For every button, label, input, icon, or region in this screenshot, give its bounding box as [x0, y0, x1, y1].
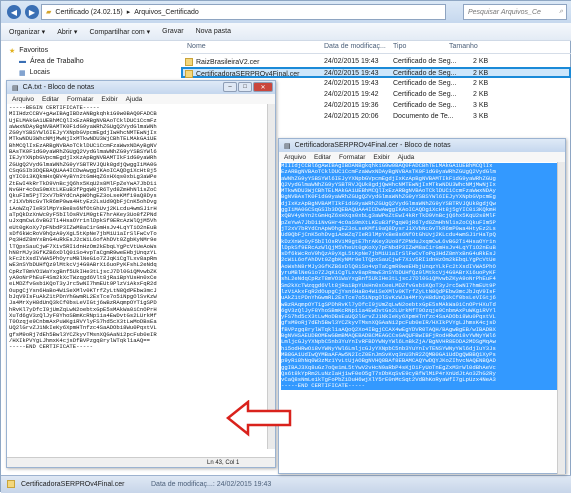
- certificate-icon: [185, 70, 193, 78]
- file-date: 24/02/2015 20:06: [324, 113, 379, 120]
- details-date: Data de modificaç...: 24/02/2015 19:43: [151, 481, 272, 488]
- window-title: CertificadoraSERPROv4Final.cer - Bloco d…: [294, 142, 451, 149]
- search-placeholder: Pesquisar Arquivos_Ce: [468, 8, 541, 16]
- breadcrumb-separator: ▸: [126, 9, 131, 16]
- menu-item-arquivo[interactable]: Arquivo: [284, 154, 306, 161]
- menu-item-ajuda[interactable]: Ajuda: [398, 154, 415, 161]
- nav-item-label: Favoritos: [19, 47, 49, 54]
- minimize-icon[interactable]: –: [223, 82, 237, 92]
- notepad-cer-window: ▤ CertificadoraSERPROv4Final.cer - Bloco…: [278, 138, 566, 474]
- column-name[interactable]: Nome: [187, 43, 206, 50]
- organize-button[interactable]: Organizar ▾: [9, 28, 45, 36]
- file-size: 2 KB: [473, 80, 489, 87]
- menu-bar: Arquivo Editar Formatar Exibir Ajuda: [279, 152, 565, 162]
- menu-item-formatar[interactable]: Formatar: [339, 154, 365, 161]
- nav-item-label: Área de Trabalho: [30, 58, 84, 65]
- column-type[interactable]: Tipo: [393, 43, 406, 50]
- breadcrumb-item[interactable]: Arquivos_Certificado: [134, 9, 199, 16]
- burn-button[interactable]: Gravar: [162, 28, 183, 35]
- file-type: Certificado de Seg...: [393, 91, 457, 98]
- notepad-icon: ▤: [284, 142, 291, 150]
- explorer-address-bar: ◀ ▶ ▰ Certificado (24.02.15) ▸ Arquivos_…: [1, 1, 571, 23]
- folder-icon: ▰: [46, 9, 52, 16]
- share-button[interactable]: Compartilhar com ▾: [89, 28, 150, 36]
- text-line: -----END CERTIFICATE-----: [281, 383, 557, 390]
- notepad-icon: ▤: [12, 84, 19, 92]
- menu-item-editar[interactable]: Editar: [42, 96, 59, 103]
- file-size: 3 KB: [473, 113, 489, 120]
- file-list-header: Nome Data de modificaç... Tipo Tamanho: [181, 41, 571, 54]
- close-icon[interactable]: ✕: [253, 82, 273, 92]
- file-name: CertificadoraSERPROv4Final.cer: [196, 70, 300, 78]
- file-date: 24/02/2015 19:43: [324, 70, 379, 77]
- file-size: 2 KB: [473, 70, 489, 77]
- breadcrumb[interactable]: ▰ Certificado (24.02.15) ▸ Arquivos_Cert…: [41, 4, 446, 20]
- places-icon: ▦: [19, 69, 26, 77]
- file-date: 24/02/2015 19:42: [324, 91, 379, 98]
- certificate-icon: [185, 58, 193, 66]
- file-name: RaizBrasileiraV2.cer: [196, 58, 260, 66]
- explorer-toolbar: Organizar ▾ Abrir ▾ Compartilhar com ▾ G…: [1, 23, 571, 41]
- window-controls: – □ ✕: [223, 82, 273, 92]
- certificate-icon: [7, 480, 18, 488]
- text-line: -----END CERTIFICATE-----: [9, 343, 93, 351]
- maximize-icon[interactable]: □: [238, 82, 252, 92]
- file-type: Documento de Te...: [393, 113, 454, 120]
- search-icon: ⌕: [559, 8, 563, 15]
- file-type: Certificado de Seg...: [393, 58, 457, 65]
- details-bar: CertificadoraSERPROv4Final.cer Data de m…: [1, 475, 571, 493]
- menu-item-exibir[interactable]: Exibir: [373, 154, 389, 161]
- details-file-name: CertificadoraSERPROv4Final.cer: [21, 481, 125, 488]
- text-area[interactable]: MIIIdjCCBl6gAwIBAgIBDANBgkqhkiG9w0BAQ0FA…: [281, 163, 557, 471]
- file-date: 24/02/2015 19:43: [324, 58, 379, 65]
- column-date[interactable]: Data de modificaç...: [324, 43, 386, 50]
- file-size: 2 KB: [473, 58, 489, 65]
- file-row-selected[interactable]: CertificadoraSERPROv4Final.cer 24/02/201…: [181, 67, 571, 78]
- file-size: 2 KB: [473, 91, 489, 98]
- file-type: Certificado de Seg...: [393, 80, 457, 87]
- cursor-position: Ln 43, Col 1: [207, 460, 240, 466]
- nav-item-label: Locais: [29, 69, 50, 76]
- window-title: CA.txt - Bloco de notas: [22, 84, 95, 91]
- desktop-icon: ▬: [19, 58, 26, 65]
- arrow-shape: [226, 400, 292, 437]
- star-icon: ★: [9, 47, 16, 55]
- file-type: Certificado de Seg...: [393, 70, 457, 77]
- forward-icon[interactable]: ▶: [25, 5, 39, 19]
- open-button[interactable]: Abrir ▾: [57, 28, 77, 36]
- breadcrumb-item[interactable]: Certificado (24.02.15): [55, 9, 122, 16]
- nav-item-desktop[interactable]: ▬ Área de Trabalho: [19, 56, 171, 67]
- menu-item-editar[interactable]: Editar: [314, 154, 331, 161]
- window-title-bar[interactable]: ▤ CertificadoraSERPROv4Final.cer - Bloco…: [279, 139, 565, 152]
- menu-bar: Arquivo Editar Formatar Exibir Ajuda: [7, 94, 275, 104]
- nav-item-places[interactable]: ▦ Locais: [19, 67, 171, 78]
- file-size: 3 KB: [473, 102, 489, 109]
- file-date: 24/02/2015 19:43: [324, 80, 379, 87]
- status-bar: Ln 43, Col 1: [7, 457, 275, 467]
- red-arrow-annotation: [226, 400, 292, 437]
- nav-item-favorites[interactable]: ★ Favoritos: [9, 45, 171, 56]
- menu-item-arquivo[interactable]: Arquivo: [12, 96, 34, 103]
- vertical-scrollbar[interactable]: [267, 104, 275, 449]
- menu-item-formatar[interactable]: Formatar: [67, 96, 93, 103]
- search-input[interactable]: Pesquisar Arquivos_Ce ⌕: [463, 4, 567, 20]
- file-type: Certificado de Seg...: [393, 102, 457, 109]
- menu-item-ajuda[interactable]: Ajuda: [126, 96, 143, 103]
- back-icon[interactable]: ◀: [7, 5, 21, 19]
- column-size[interactable]: Tamanho: [449, 43, 478, 50]
- new-folder-button[interactable]: Nova pasta: [196, 28, 231, 35]
- vertical-scrollbar[interactable]: [557, 162, 565, 474]
- file-date: 24/02/2015 19:36: [324, 102, 379, 109]
- menu-item-exibir[interactable]: Exibir: [101, 96, 117, 103]
